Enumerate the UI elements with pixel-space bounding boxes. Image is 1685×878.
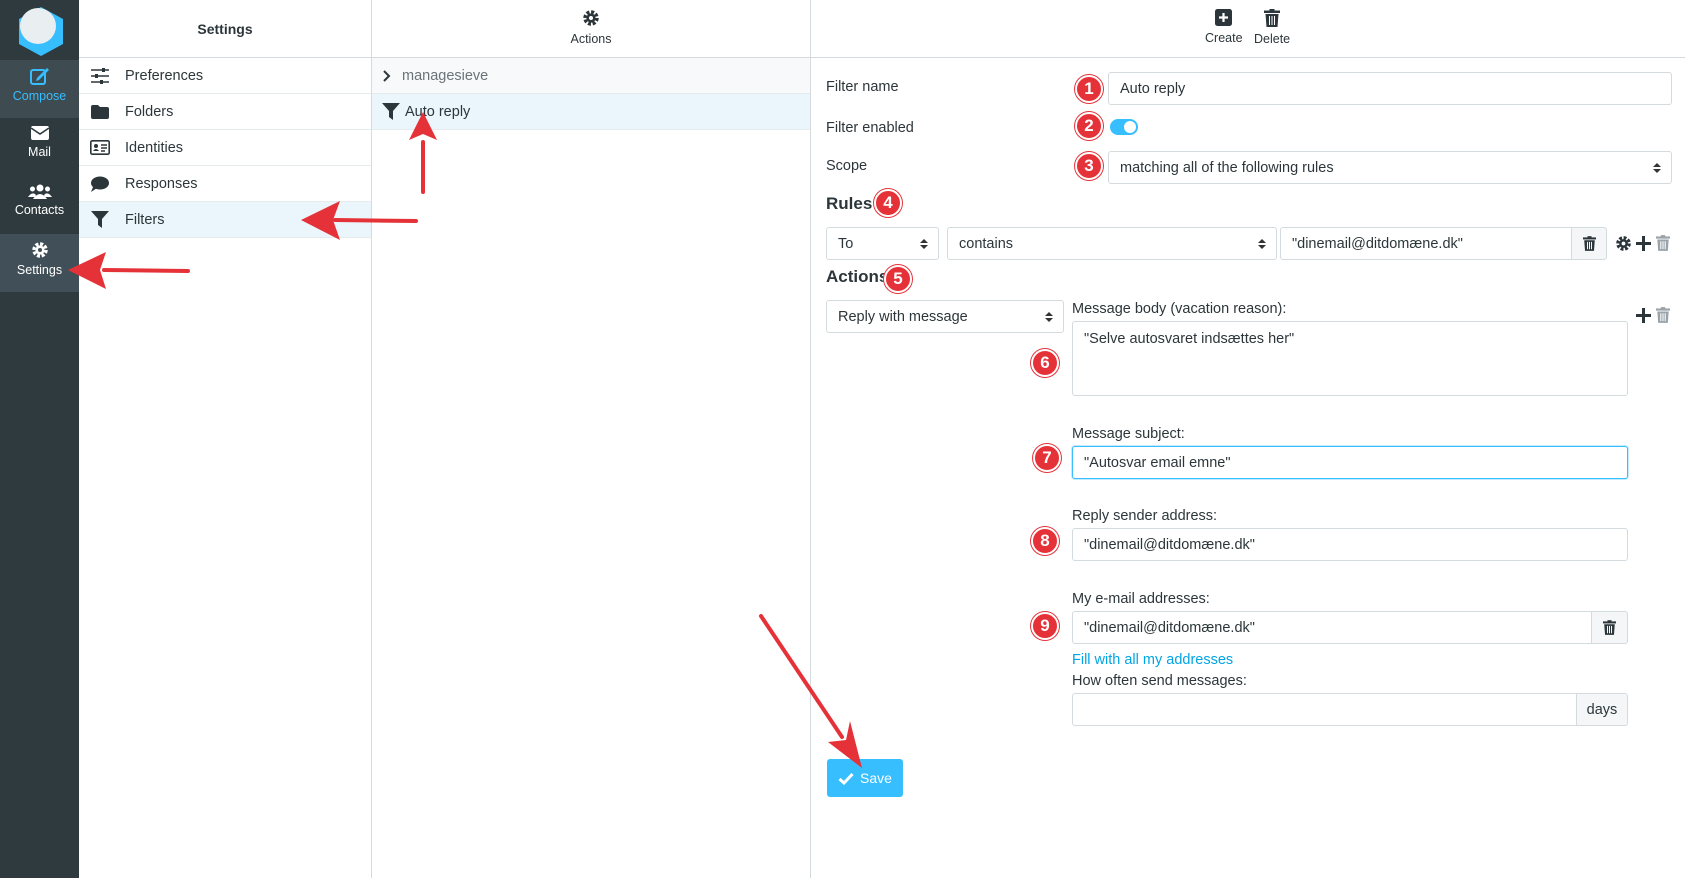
callout-marker: 8 bbox=[1031, 527, 1059, 555]
interval-input[interactable] bbox=[1072, 693, 1577, 726]
callout-marker: 1 bbox=[1075, 75, 1103, 103]
settings-item-label: Filters bbox=[125, 211, 165, 228]
rule-value-delete-button[interactable] bbox=[1571, 227, 1607, 260]
actions-heading: Actions bbox=[826, 267, 889, 286]
contacts-icon bbox=[27, 184, 52, 199]
plus-square-icon bbox=[1215, 9, 1233, 26]
nav-contacts[interactable]: Contacts bbox=[0, 176, 79, 234]
rule-value-input[interactable]: "dinemail@ditdomæne.dk" bbox=[1280, 227, 1572, 260]
rule-operator-value: contains bbox=[959, 235, 1014, 252]
message-body-label: Message body (vacation reason): bbox=[1072, 301, 1287, 317]
settings-item-filters[interactable]: Filters bbox=[79, 202, 371, 238]
callout-marker: 6 bbox=[1031, 349, 1059, 377]
settings-item-label: Responses bbox=[125, 175, 198, 192]
nav-compose-label: Compose bbox=[12, 89, 67, 103]
filter-icon bbox=[382, 103, 400, 120]
message-body-textarea[interactable]: "Selve autosvaret indsættes her" bbox=[1072, 321, 1628, 396]
filter-enabled-label: Filter enabled bbox=[826, 120, 914, 136]
save-button[interactable]: Save bbox=[827, 759, 903, 797]
my-addresses-delete-button[interactable] bbox=[1591, 611, 1628, 644]
my-addresses-label: My e-mail addresses: bbox=[1072, 591, 1210, 607]
filter-item-label: Auto reply bbox=[405, 103, 471, 120]
remove-rule-trash-icon[interactable] bbox=[1656, 235, 1670, 251]
delete-label: Delete bbox=[1254, 32, 1291, 46]
mail-icon bbox=[30, 126, 49, 140]
settings-item-preferences[interactable]: Preferences bbox=[79, 58, 371, 94]
nav-settings-label: Settings bbox=[16, 263, 63, 277]
settings-panel: Settings Preferences Folders Identities … bbox=[79, 0, 372, 878]
filter-name-input[interactable]: Auto reply bbox=[1108, 72, 1672, 105]
trash-icon bbox=[1582, 236, 1596, 251]
gear-icon bbox=[583, 10, 599, 26]
folder-icon bbox=[89, 104, 111, 119]
chevron-right-icon bbox=[383, 69, 391, 82]
scope-select[interactable]: matching all of the following rules bbox=[1108, 151, 1672, 184]
nav-settings[interactable]: Settings bbox=[0, 234, 79, 292]
callout-marker: 5 bbox=[884, 265, 912, 293]
rule-operator-select[interactable]: contains bbox=[947, 227, 1277, 260]
trash-icon bbox=[1264, 9, 1281, 27]
nav-mail-label: Mail bbox=[28, 145, 51, 159]
filter-form-panel: Create Delete bbox=[811, 0, 1685, 878]
nav-mail[interactable]: Mail bbox=[0, 118, 79, 176]
settings-item-identities[interactable]: Identities bbox=[79, 130, 371, 166]
settings-item-label: Folders bbox=[125, 103, 174, 120]
app-logo bbox=[19, 7, 63, 56]
actions-menu-button[interactable]: Actions bbox=[372, 9, 810, 46]
filter-set-label: managesieve bbox=[402, 67, 489, 84]
add-rule-plus-icon[interactable] bbox=[1636, 236, 1651, 251]
callout-marker: 2 bbox=[1075, 112, 1103, 140]
interval-unit-addon: days bbox=[1576, 693, 1628, 726]
remove-action-trash-icon[interactable] bbox=[1656, 307, 1670, 323]
callout-marker: 3 bbox=[1075, 152, 1103, 180]
save-label: Save bbox=[860, 770, 892, 786]
form-toolbar: Create Delete bbox=[811, 0, 1685, 58]
filter-set-managesieve[interactable]: managesieve bbox=[372, 58, 810, 94]
filter-enabled-toggle[interactable] bbox=[1110, 119, 1138, 135]
create-button[interactable]: Create bbox=[1205, 9, 1243, 45]
rule-header-select[interactable]: To bbox=[826, 227, 939, 260]
callout-marker: 7 bbox=[1033, 444, 1061, 472]
comment-icon bbox=[89, 176, 111, 192]
id-card-icon bbox=[89, 140, 111, 155]
gear-icon bbox=[31, 242, 48, 258]
scope-label: Scope bbox=[826, 158, 868, 174]
sliders-icon bbox=[89, 67, 111, 84]
settings-item-label: Preferences bbox=[125, 67, 204, 84]
trash-icon bbox=[1603, 620, 1616, 635]
scope-select-value: matching all of the following rules bbox=[1120, 159, 1334, 176]
check-icon bbox=[838, 772, 854, 785]
callout-marker: 9 bbox=[1031, 612, 1059, 640]
reply-sender-input[interactable]: "dinemail@ditdomæne.dk" bbox=[1072, 528, 1628, 561]
delete-button[interactable]: Delete bbox=[1254, 9, 1290, 46]
settings-item-label: Identities bbox=[125, 139, 184, 156]
interval-label: How often send messages: bbox=[1072, 673, 1247, 689]
nav-contacts-label: Contacts bbox=[14, 203, 65, 217]
callout-marker: 4 bbox=[874, 189, 902, 217]
create-label: Create bbox=[1205, 31, 1243, 45]
compose-icon bbox=[29, 68, 49, 85]
rule-advanced-gear-icon[interactable] bbox=[1615, 235, 1632, 252]
filters-list-header: Actions bbox=[372, 0, 810, 58]
settings-item-responses[interactable]: Responses bbox=[79, 166, 371, 202]
settings-item-folders[interactable]: Folders bbox=[79, 94, 371, 130]
filter-icon bbox=[89, 211, 111, 228]
filters-list-panel: Actions managesieve Auto reply bbox=[372, 0, 811, 878]
filter-name-label: Filter name bbox=[826, 79, 899, 95]
reply-sender-label: Reply sender address: bbox=[1072, 508, 1218, 524]
action-type-value: Reply with message bbox=[838, 308, 968, 325]
settings-title: Settings bbox=[79, 0, 371, 58]
rule-header-value: To bbox=[838, 235, 854, 252]
add-action-plus-icon[interactable] bbox=[1636, 308, 1651, 323]
message-subject-label: Message subject: bbox=[1072, 426, 1185, 442]
my-addresses-input[interactable]: "dinemail@ditdomæne.dk" bbox=[1072, 611, 1592, 644]
fill-addresses-link[interactable]: Fill with all my addresses bbox=[1072, 652, 1233, 668]
message-subject-input[interactable]: "Autosvar email emne" bbox=[1072, 446, 1628, 479]
rules-heading: Rules bbox=[826, 194, 873, 213]
filter-item-auto-reply[interactable]: Auto reply bbox=[372, 94, 810, 130]
action-type-select[interactable]: Reply with message bbox=[826, 300, 1064, 333]
nav-compose[interactable]: Compose bbox=[0, 60, 79, 118]
app-nav-rail: Compose Mail Contacts Settings bbox=[0, 0, 79, 878]
actions-menu-label: Actions bbox=[570, 32, 612, 46]
